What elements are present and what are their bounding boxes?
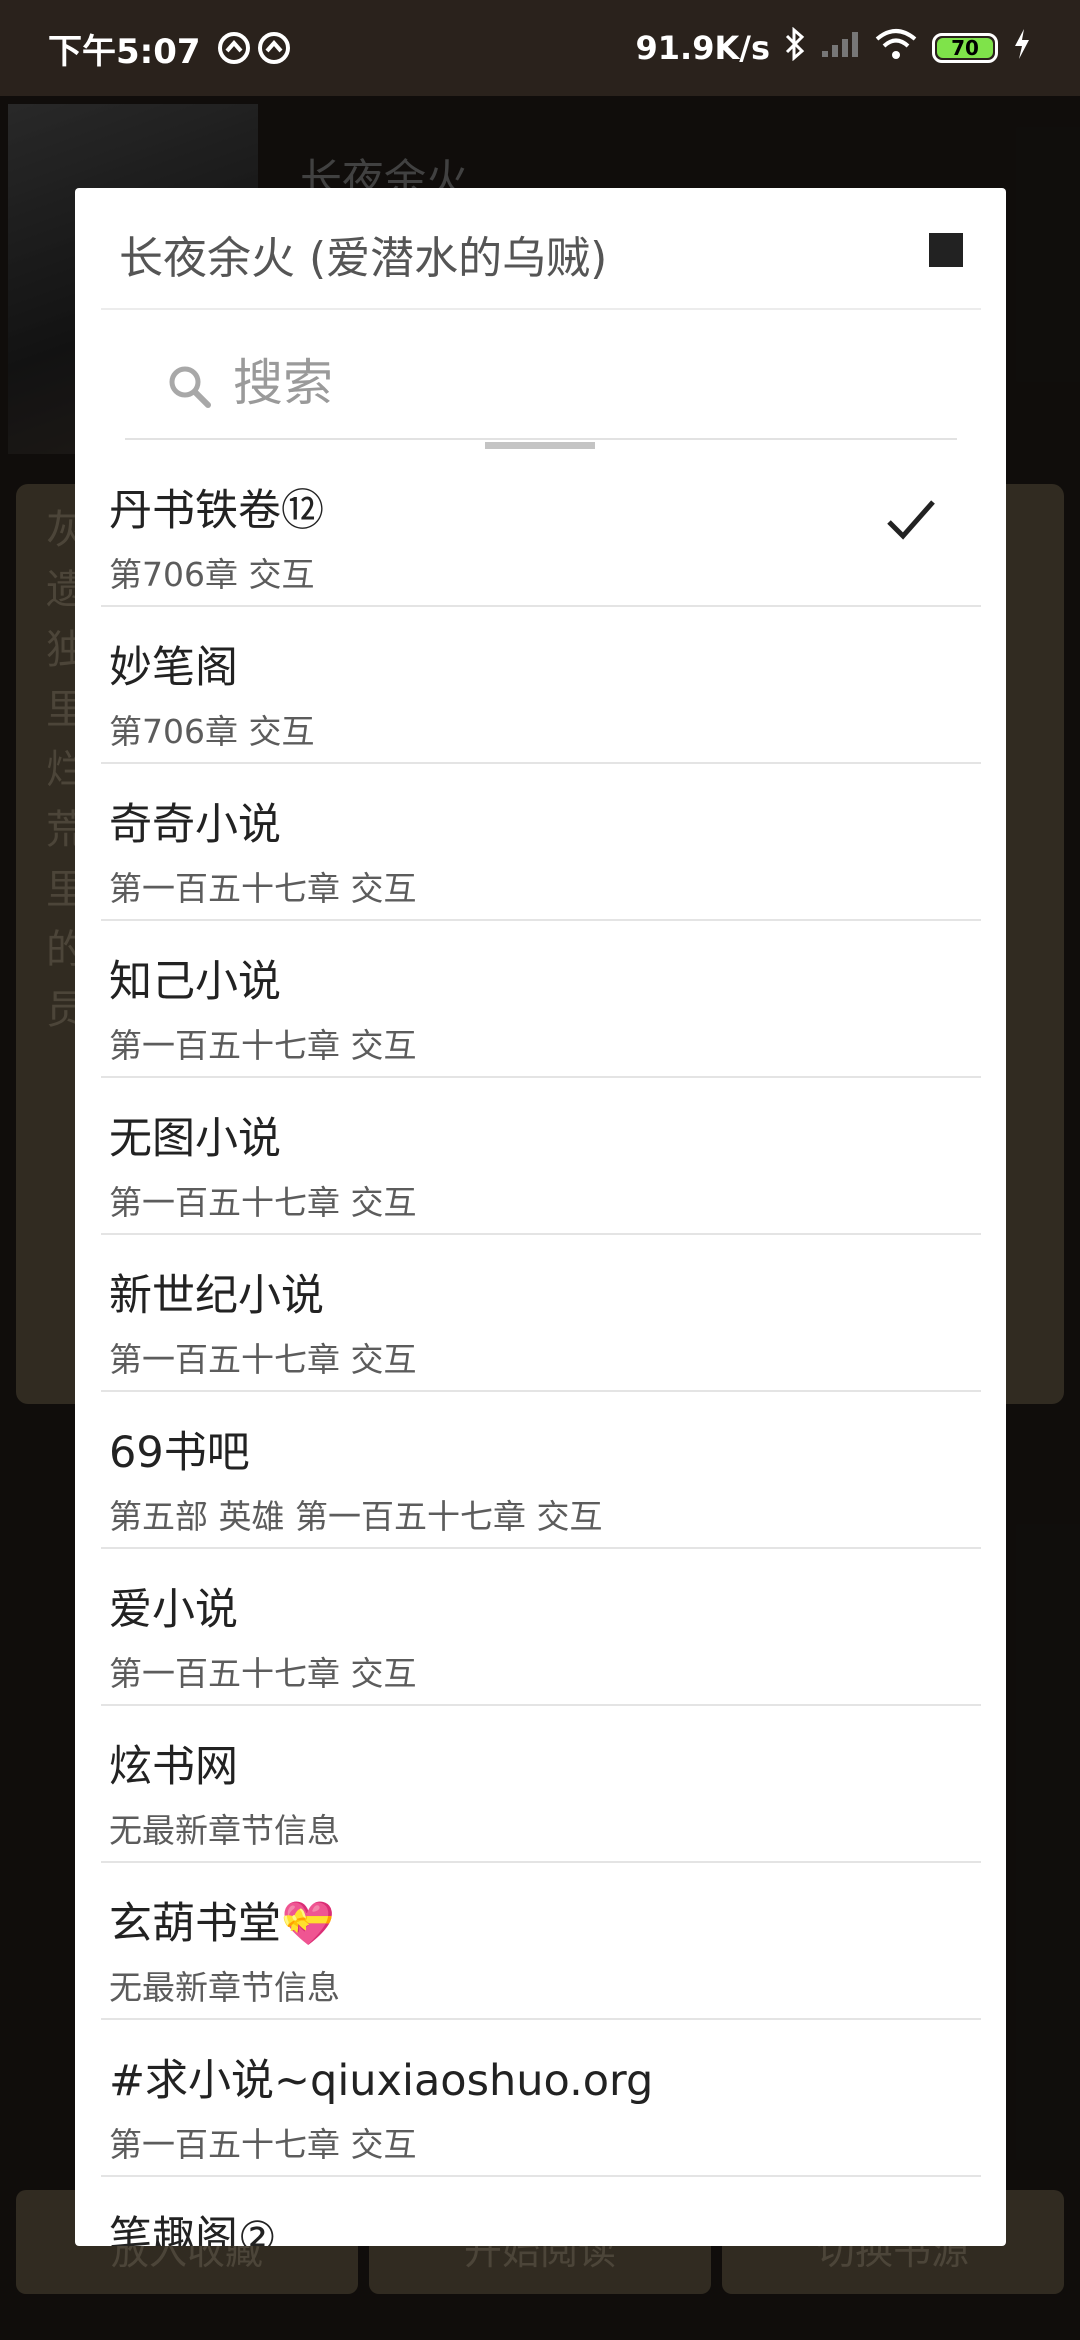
wifi-icon — [874, 27, 918, 69]
charging-icon — [1012, 27, 1032, 69]
battery-level: 70 — [951, 36, 979, 60]
source-latest-chapter: 第一百五十七章 交互 — [109, 869, 417, 908]
scrollbar-thumb[interactable] — [485, 442, 595, 449]
source-latest-chapter: 第一百五十七章 交互 — [109, 1340, 417, 1379]
check-icon — [887, 500, 935, 540]
source-list: 丹书铁卷⑫ 第706章 交互 妙笔阁 第706章 交互 奇奇小说 第一百五十七章… — [101, 450, 981, 2246]
source-name: 丹书铁卷⑫ — [109, 486, 324, 536]
source-name: 爱小说 — [109, 1585, 238, 1635]
source-latest-chapter: 无最新章节信息 — [109, 1811, 340, 1850]
source-latest-chapter: 无最新章节信息 — [109, 1968, 340, 2007]
search-icon — [169, 366, 211, 408]
source-name: 妙笔阁 — [109, 643, 238, 693]
source-name: 69书吧 — [109, 1428, 250, 1478]
status-time: 下午5:07 — [48, 31, 201, 72]
divider — [101, 308, 981, 310]
source-name: 炫书网 — [109, 1742, 238, 1792]
source-row[interactable]: 新世纪小说 第一百五十七章 交互 — [101, 1235, 981, 1392]
signal-icon — [820, 29, 860, 67]
source-row[interactable]: 丹书铁卷⑫ 第706章 交互 — [101, 450, 981, 607]
source-row[interactable]: 妙笔阁 第706章 交互 — [101, 607, 981, 764]
net-speed: 91.9K/s — [635, 29, 770, 67]
source-latest-chapter: 第一百五十七章 交互 — [109, 1183, 417, 1222]
notification-icon — [217, 31, 251, 65]
source-name: 笔趣阁② — [109, 2213, 277, 2246]
dialog-title: 长夜余火 (爱潜水的乌贼) — [119, 233, 608, 284]
source-name: 无图小说 — [109, 1114, 281, 1164]
bluetooth-icon — [784, 26, 806, 69]
change-source-dialog: 长夜余火 (爱潜水的乌贼) 丹书铁卷⑫ 第706章 交互 妙笔阁 第706章 交… — [75, 188, 1006, 2246]
dialog-header: 长夜余火 (爱潜水的乌贼) — [75, 188, 1006, 308]
source-row[interactable]: #求小说~qiuxiaoshuo.org 第一百五十七章 交互 — [101, 2020, 981, 2177]
source-latest-chapter: 第一百五十七章 交互 — [109, 1654, 417, 1693]
source-row[interactable]: 69书吧 第五部 英雄 第一百五十七章 交互 — [101, 1392, 981, 1549]
search-bar[interactable] — [125, 338, 957, 428]
source-row[interactable]: 知己小说 第一百五十七章 交互 — [101, 921, 981, 1078]
source-name: 奇奇小说 — [109, 800, 281, 850]
source-name: #求小说~qiuxiaoshuo.org — [109, 2056, 654, 2106]
source-latest-chapter: 第706章 交互 — [109, 555, 315, 594]
source-row[interactable]: 奇奇小说 第一百五十七章 交互 — [101, 764, 981, 921]
source-row[interactable]: 无图小说 第一百五十七章 交互 — [101, 1078, 981, 1235]
notification-icon-2 — [257, 31, 291, 65]
source-row[interactable]: 炫书网 无最新章节信息 — [101, 1706, 981, 1863]
search-underline — [125, 438, 957, 440]
stop-icon[interactable] — [929, 233, 963, 267]
source-latest-chapter: 第706章 交互 — [109, 712, 315, 751]
source-row[interactable]: 爱小说 第一百五十七章 交互 — [101, 1549, 981, 1706]
source-row[interactable]: 笔趣阁② — [101, 2177, 981, 2246]
source-name: 玄葫书堂💝 — [109, 1899, 335, 1949]
source-name: 知己小说 — [109, 957, 281, 1007]
source-latest-chapter: 第一百五十七章 交互 — [109, 1026, 417, 1065]
status-bar: 下午5:07 91.9K/s 70 — [0, 0, 1080, 96]
battery-icon: 70 — [932, 33, 998, 63]
source-latest-chapter: 第五部 英雄 第一百五十七章 交互 — [109, 1497, 603, 1536]
source-row[interactable]: 玄葫书堂💝 无最新章节信息 — [101, 1863, 981, 2020]
source-latest-chapter: 第一百五十七章 交互 — [109, 2125, 417, 2164]
source-name: 新世纪小说 — [109, 1271, 324, 1321]
search-input[interactable] — [233, 348, 933, 418]
